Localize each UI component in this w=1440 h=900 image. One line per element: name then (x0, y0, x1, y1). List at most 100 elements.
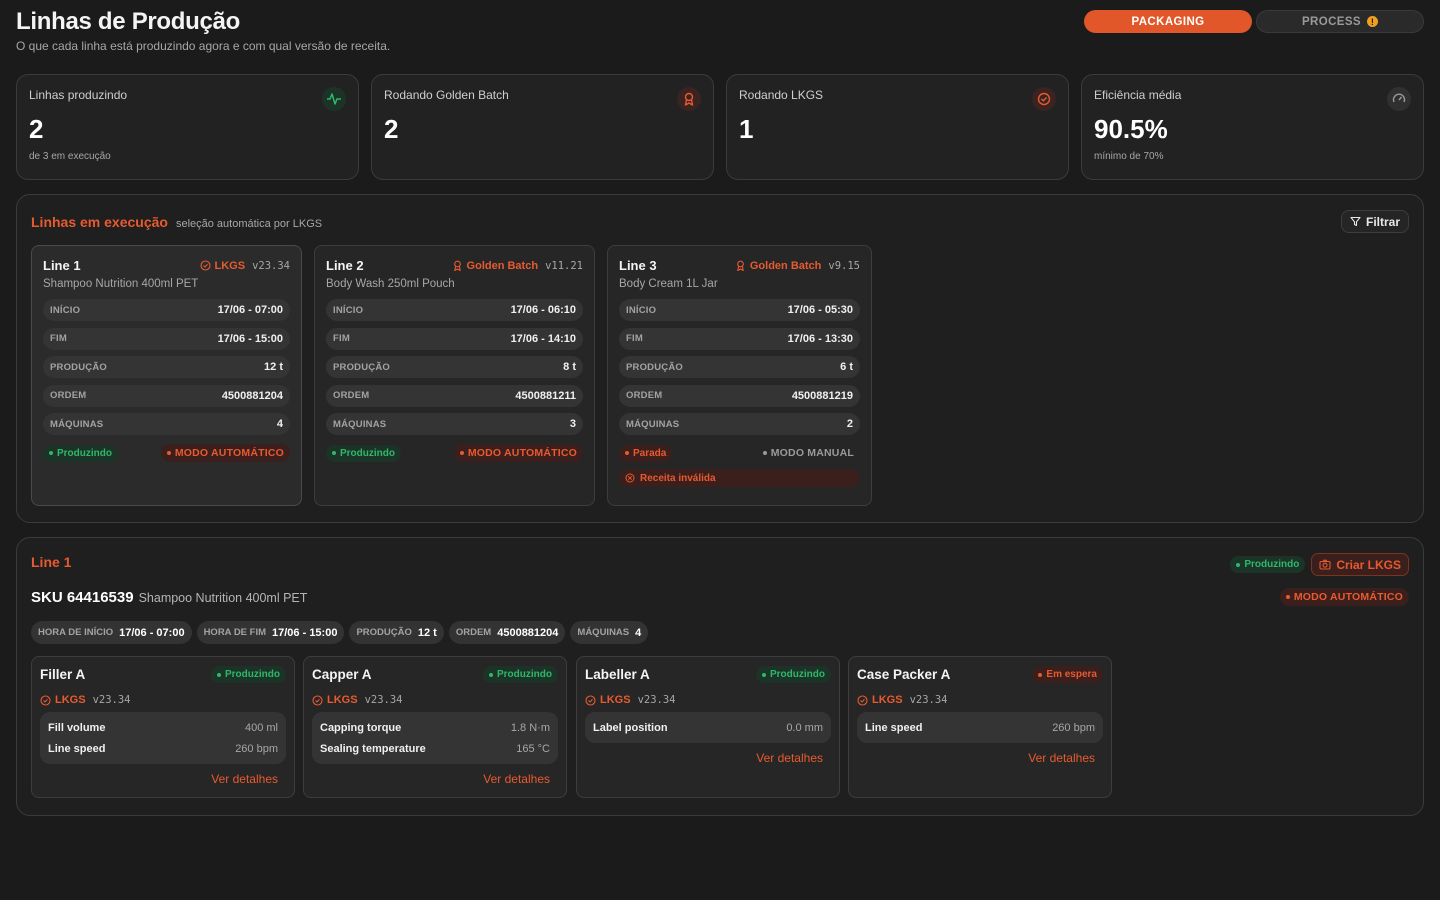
line-card-1[interactable]: Line 1 LKGS v23.34 Shampoo Nutrition 400… (31, 245, 302, 506)
status-text: Em espera (1046, 669, 1097, 680)
row-label: INÍCIO (626, 304, 657, 316)
details-link[interactable]: Ver detalhes (312, 772, 558, 786)
warning-icon: ! (1367, 16, 1379, 27)
create-lkgs-button[interactable]: Criar LKGS (1311, 553, 1409, 576)
status-badge: Parada (619, 444, 673, 462)
machine-params: Label position 0.0 mm (585, 712, 831, 743)
kpi-sub: mínimo de 70% (1094, 151, 1164, 162)
check-badge-icon (40, 694, 51, 706)
running-lines-panel: Linhas em execução seleção automática po… (16, 194, 1424, 523)
recipe-type: LKGS (872, 694, 903, 706)
running-lines-title: Linhas em execução (31, 214, 168, 230)
tab-process[interactable]: PROCESS! (1256, 10, 1424, 33)
recipe-badge: LKGS v23.34 (585, 694, 831, 706)
status-badge: Produzindo (43, 444, 118, 462)
param-label: Sealing temperature (320, 742, 426, 755)
row-label: INÍCIO (333, 304, 364, 316)
chip-value: 17/06 - 15:00 (272, 626, 338, 639)
chip-value: 4500881204 (497, 626, 559, 639)
machine-name: Capper A (312, 667, 372, 682)
kpi-card-lkgs: Rodando LKGS 1 (726, 74, 1069, 180)
page-subtitle: O que cada linha está produzindo agora e… (16, 39, 391, 53)
row-value: 3 (569, 418, 576, 430)
tab-packaging[interactable]: PACKAGING (1084, 10, 1252, 33)
recipe-version: v9.15 (828, 259, 860, 272)
mode-text: MODO MANUAL (770, 447, 854, 459)
line-row-end: FIM 17/06 - 15:00 (43, 327, 290, 350)
recipe-badge: LKGS v23.34 (312, 694, 558, 706)
chip-end: HORA DE FIM 17/06 - 15:00 (196, 621, 345, 644)
check-badge-icon (857, 694, 868, 706)
camera-icon (1319, 559, 1331, 570)
page-header: Linhas de Produção O que cada linha está… (16, 8, 390, 53)
machine-params: Capping torque 1.8 N·m Sealing temperatur… (312, 712, 558, 764)
invalid-recipe-warning: Receita inválida (619, 469, 860, 487)
chip-label: MÁQUINAS (577, 627, 630, 638)
line-card-3[interactable]: Line 3 Golden Batch v9.15 Body Cream 1L … (607, 245, 872, 506)
sku-name: Shampoo Nutrition 400ml PET (138, 591, 308, 605)
machine-card-labeller: Labeller A Produzindo LKGS v23.34 Label … (576, 656, 840, 798)
line-name: Line 1 (43, 258, 81, 273)
row-value: 2 (846, 418, 853, 430)
mode-text: MODO AUTOMÁTICO (467, 447, 577, 459)
status-text: Produzindo (770, 669, 825, 680)
row-label: PRODUÇÃO (333, 361, 391, 373)
status-text: Produzindo (497, 669, 552, 680)
recipe-type: Golden Batch (466, 259, 539, 272)
row-value: 4500881211 (515, 389, 576, 402)
row-label: FIM (626, 333, 643, 344)
status-badge: Produzindo (211, 666, 286, 683)
chip-label: HORA DE FIM (203, 627, 267, 638)
line-product: Shampoo Nutrition 400ml PET (43, 278, 199, 290)
row-value: 4500881204 (221, 389, 283, 402)
recipe-badge: Golden Batch v9.15 (735, 260, 860, 272)
status-text: Parada (633, 447, 667, 459)
details-link[interactable]: Ver detalhes (40, 772, 286, 786)
running-lines-header: Linhas em execução seleção automática po… (31, 214, 322, 230)
line-row-order: ORDEM 4500881211 (326, 384, 583, 407)
chip-value: 17/06 - 07:00 (119, 626, 185, 639)
line-card-2[interactable]: Line 2 Golden Batch v11.21 Body Wash 250… (314, 245, 595, 506)
check-badge-icon (1032, 87, 1056, 111)
row-value: 8 t (563, 361, 576, 373)
row-value: 4 (276, 418, 283, 430)
machine-name: Filler A (40, 667, 86, 682)
details-link[interactable]: Ver detalhes (857, 751, 1103, 765)
row-label: INÍCIO (50, 304, 81, 316)
mode-text: MODO AUTOMÁTICO (174, 447, 284, 459)
create-lkgs-label: Criar LKGS (1336, 557, 1401, 572)
activity-icon (322, 87, 346, 111)
row-value: 17/06 - 07:00 (217, 304, 283, 316)
line-product: Body Cream 1L Jar (619, 278, 718, 290)
row-label: PRODUÇÃO (626, 361, 684, 373)
param-label: Line speed (48, 742, 106, 755)
recipe-version: v23.34 (909, 694, 948, 706)
machine-params: Fill volume 400 ml Line speed 260 bpm (40, 712, 286, 764)
status-badge: Produzindo (1230, 556, 1306, 573)
row-label: MÁQUINAS (333, 418, 387, 430)
line-row-end: FIM 17/06 - 13:30 (619, 327, 860, 350)
filter-button[interactable]: Filtrar (1340, 210, 1409, 233)
param-value: 0.0 mm (786, 721, 823, 734)
row-label: MÁQUINAS (50, 418, 104, 430)
line-detail-panel: Line 1 Produzindo Criar LKGS MODO AUTOMÁ… (16, 537, 1424, 816)
kpi-value: 90.5% (1094, 114, 1168, 144)
param-value: 400 ml (244, 721, 278, 734)
page-title: Linhas de Produção (16, 8, 240, 35)
chip-order: ORDEM 4500881204 (448, 621, 566, 644)
recipe-version: v11.21 (545, 259, 583, 272)
check-badge-icon (199, 260, 211, 271)
param-value: 260 bpm (235, 742, 278, 755)
status-text: Produzindo (57, 447, 112, 459)
mode-badge: MODO AUTOMÁTICO (453, 444, 583, 462)
machine-name: Labeller A (585, 667, 650, 682)
error-icon (625, 473, 635, 483)
recipe-type: LKGS (327, 694, 358, 706)
recipe-type: Golden Batch (749, 259, 822, 272)
machine-card-filler: Filler A Produzindo LKGS v23.34 Fill vol… (31, 656, 295, 798)
row-label: ORDEM (626, 390, 663, 401)
status-text: Produzindo (340, 447, 395, 459)
chip-value: 12 t (417, 626, 437, 639)
details-link[interactable]: Ver detalhes (585, 751, 831, 765)
mode-badge: MODO AUTOMÁTICO (1279, 588, 1409, 606)
